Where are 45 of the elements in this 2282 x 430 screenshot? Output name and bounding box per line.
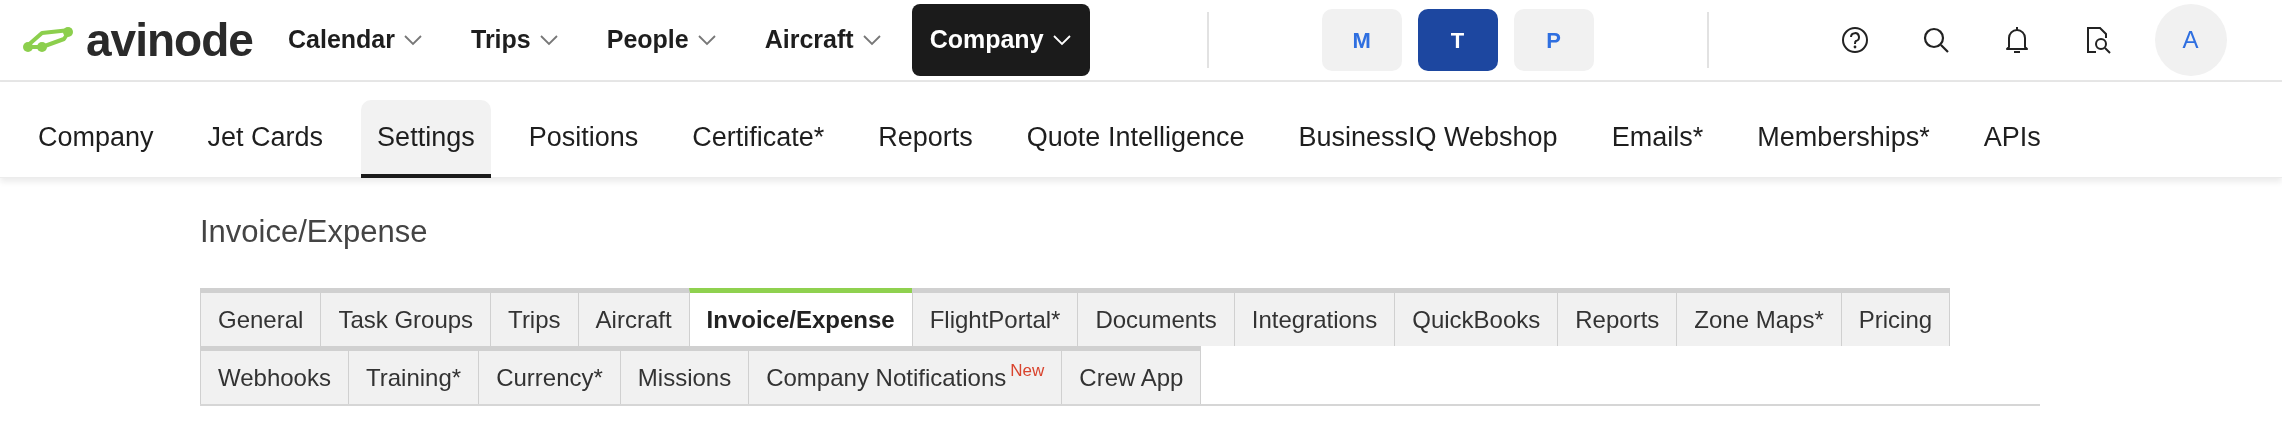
subnav-tab[interactable]: Certificate*	[676, 100, 841, 178]
subnav-tab[interactable]: Company	[22, 100, 170, 178]
subnav-tab[interactable]: Quote Intelligence	[1010, 100, 1261, 178]
nav-menu-button[interactable]: People	[588, 4, 735, 76]
nav-menu-button[interactable]: Aircraft	[746, 4, 900, 76]
subnav-tab[interactable]: Emails*	[1595, 100, 1720, 178]
subnav-tab[interactable]: Positions	[512, 100, 655, 178]
section-tab[interactable]: Trips	[490, 288, 579, 347]
section-tab[interactable]: Currency*	[478, 346, 621, 405]
section-tab[interactable]: Webhooks	[200, 346, 349, 405]
chevron-down-icon	[696, 34, 717, 46]
section-tab[interactable]: Crew App	[1061, 346, 1202, 405]
mode-button[interactable]: P	[1513, 9, 1594, 71]
section-tab[interactable]: Pricing	[1840, 288, 1951, 347]
section-tab[interactable]: FlightPortal*	[911, 288, 1079, 347]
chevron-down-icon	[403, 34, 423, 46]
subnav-tab[interactable]: Settings	[361, 100, 491, 178]
section-tab[interactable]: Reports	[1557, 288, 1678, 347]
section-tab[interactable]: General	[200, 288, 322, 347]
section-tab[interactable]: Documents	[1077, 288, 1235, 347]
section-tab[interactable]: Missions	[619, 346, 750, 405]
logo-text[interactable]: avinode	[86, 17, 253, 63]
nav-menu-button[interactable]: Calendar	[270, 4, 441, 76]
section-tab[interactable]: Zone Maps*	[1676, 288, 1842, 347]
chevron-down-icon	[1051, 34, 1072, 46]
subnav-tab[interactable]: Jet Cards	[191, 100, 340, 178]
section-tab[interactable]: QuickBooks	[1394, 288, 1559, 347]
nav-menu-button[interactable]: Company	[911, 4, 1090, 76]
subnav-tab[interactable]: Reports	[862, 100, 989, 178]
subnav-tab[interactable]: APIs	[1967, 100, 2057, 178]
subnav-tab[interactable]: Memberships*	[1741, 100, 1946, 178]
section-tab[interactable]: Integrations	[1233, 288, 1396, 347]
section-tab[interactable]: Task Groups	[320, 288, 492, 347]
chevron-down-icon	[861, 34, 882, 46]
mode-button[interactable]: T	[1417, 9, 1498, 71]
page-title: Invoice/Expense	[200, 213, 429, 251]
mode-button[interactable]: M	[1321, 9, 1402, 71]
section-tab[interactable]: Training*	[347, 346, 480, 405]
section-tab[interactable]: Company Notifications $^{New}$	[748, 346, 1063, 405]
new-label: New	[1010, 360, 1045, 380]
section-tab[interactable]: Aircraft	[577, 288, 690, 347]
subnav-tab[interactable]: BusinessIQ Webshop	[1282, 100, 1574, 178]
avatar-button[interactable]: A	[2154, 4, 2227, 76]
chevron-down-icon	[538, 34, 559, 46]
nav-menu-button[interactable]: Trips	[453, 4, 577, 76]
